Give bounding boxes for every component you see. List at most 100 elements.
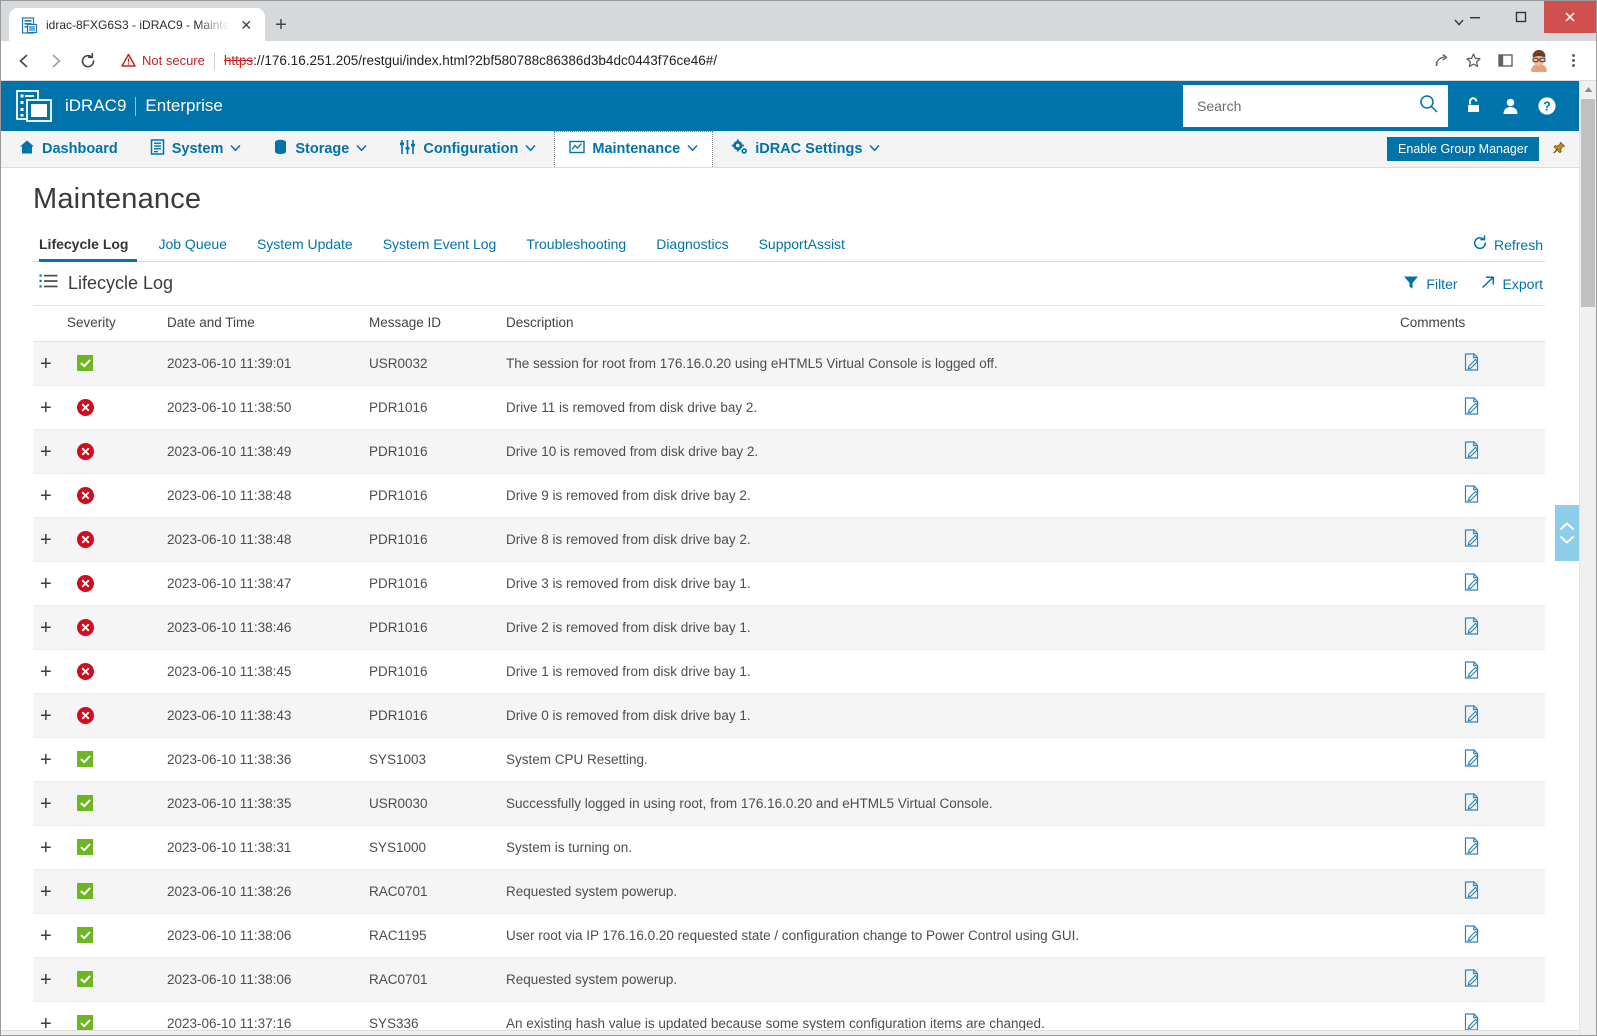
back-arrow-icon[interactable] (9, 46, 39, 76)
row-comments-cell[interactable] (1400, 694, 1545, 738)
profile-avatar-icon[interactable] (1526, 48, 1552, 74)
table-row[interactable]: +2023-06-10 11:38:48PDR1016Drive 9 is re… (33, 474, 1545, 518)
window-minimize-button[interactable] (1452, 1, 1498, 33)
expand-row-button[interactable]: + (33, 838, 52, 858)
row-comments-cell[interactable] (1400, 958, 1545, 1002)
table-row[interactable]: +2023-06-10 11:38:36SYS1003System CPU Re… (33, 738, 1545, 782)
table-row[interactable]: +2023-06-10 11:38:43PDR1016Drive 0 is re… (33, 694, 1545, 738)
row-comments-cell[interactable] (1400, 782, 1545, 826)
nav-item-configuration[interactable]: Configuration (385, 131, 550, 167)
row-comments-cell[interactable] (1400, 870, 1545, 914)
unlock-icon[interactable] (1464, 96, 1484, 116)
nav-item-dashboard[interactable]: Dashboard (5, 131, 132, 167)
expand-row-button[interactable]: + (33, 530, 52, 550)
reload-icon[interactable] (73, 46, 103, 76)
row-expand-cell[interactable]: + (33, 606, 67, 650)
tab-system-event-log[interactable]: System Event Log (368, 236, 512, 261)
row-expand-cell[interactable]: + (33, 518, 67, 562)
table-row[interactable]: +2023-06-10 11:38:49PDR1016Drive 10 is r… (33, 430, 1545, 474)
scrollbar-thumb[interactable] (1581, 99, 1595, 307)
edit-note-icon[interactable] (1464, 617, 1481, 635)
row-expand-cell[interactable]: + (33, 342, 67, 386)
edit-note-icon[interactable] (1464, 353, 1481, 371)
row-comments-cell[interactable] (1400, 562, 1545, 606)
row-expand-cell[interactable]: + (33, 782, 67, 826)
expand-row-button[interactable]: + (33, 750, 52, 770)
row-expand-cell[interactable]: + (33, 870, 67, 914)
pushpin-icon[interactable] (1549, 140, 1567, 158)
table-row[interactable]: +2023-06-10 11:39:01USR0032The session f… (33, 342, 1545, 386)
enable-group-manager-button[interactable]: Enable Group Manager (1387, 137, 1539, 162)
tab-lifecycle-log[interactable]: Lifecycle Log (33, 236, 143, 261)
edit-note-icon[interactable] (1464, 881, 1481, 899)
table-row[interactable]: +2023-06-10 11:38:47PDR1016Drive 3 is re… (33, 562, 1545, 606)
row-expand-cell[interactable]: + (33, 562, 67, 606)
expand-row-button[interactable]: + (33, 926, 52, 946)
new-tab-button[interactable]: + (275, 15, 287, 35)
row-comments-cell[interactable] (1400, 826, 1545, 870)
expand-row-button[interactable]: + (33, 970, 52, 990)
address-bar[interactable]: Not secure https://176.16.251.205/restgu… (111, 47, 1418, 75)
row-comments-cell[interactable] (1400, 914, 1545, 958)
row-expand-cell[interactable]: + (33, 430, 67, 474)
edit-note-icon[interactable] (1464, 485, 1481, 503)
table-scroll-nav[interactable] (1555, 505, 1579, 561)
table-row[interactable]: +2023-06-10 11:38:45PDR1016Drive 1 is re… (33, 650, 1545, 694)
nav-item-idrac-settings[interactable]: iDRAC Settings (717, 131, 894, 167)
window-close-button[interactable] (1544, 1, 1596, 33)
expand-row-button[interactable]: + (33, 706, 52, 726)
expand-row-button[interactable]: + (33, 354, 52, 374)
tab-supportassist[interactable]: SupportAssist (744, 236, 860, 261)
nav-item-storage[interactable]: Storage (259, 131, 381, 167)
row-expand-cell[interactable]: + (33, 474, 67, 518)
expand-row-button[interactable]: + (33, 794, 52, 814)
table-row[interactable]: +2023-06-10 11:38:06RAC0701Requested sys… (33, 958, 1545, 1002)
row-expand-cell[interactable]: + (33, 694, 67, 738)
row-expand-cell[interactable]: + (33, 826, 67, 870)
edit-note-icon[interactable] (1464, 837, 1481, 855)
edit-note-icon[interactable] (1464, 573, 1481, 591)
help-icon[interactable]: ? (1537, 96, 1557, 116)
edit-note-icon[interactable] (1464, 397, 1481, 415)
row-comments-cell[interactable] (1400, 738, 1545, 782)
expand-row-button[interactable]: + (33, 574, 52, 594)
row-comments-cell[interactable] (1400, 342, 1545, 386)
row-expand-cell[interactable]: + (33, 650, 67, 694)
row-expand-cell[interactable]: + (33, 738, 67, 782)
edit-note-icon[interactable] (1464, 969, 1481, 987)
tab-troubleshooting[interactable]: Troubleshooting (511, 236, 641, 261)
tab-close-icon[interactable]: ✕ (237, 16, 255, 34)
expand-row-button[interactable]: + (33, 442, 52, 462)
edit-note-icon[interactable] (1464, 529, 1481, 547)
table-row[interactable]: +2023-06-10 11:38:50PDR1016Drive 11 is r… (33, 386, 1545, 430)
filter-button[interactable]: Filter (1403, 275, 1457, 293)
nav-item-maintenance[interactable]: Maintenance (554, 131, 713, 167)
page-scrollbar[interactable] (1579, 81, 1596, 1035)
row-expand-cell[interactable]: + (33, 958, 67, 1002)
forward-arrow-icon[interactable] (41, 46, 71, 76)
search-box[interactable] (1183, 85, 1448, 127)
window-maximize-button[interactable] (1498, 1, 1544, 33)
search-icon[interactable] (1419, 94, 1438, 118)
browser-tab[interactable]: idrac-8FXG6S3 - iDRAC9 - Mainte ✕ (9, 8, 265, 42)
table-row[interactable]: +2023-06-10 11:38:26RAC0701Requested sys… (33, 870, 1545, 914)
tab-system-update[interactable]: System Update (242, 236, 368, 261)
export-button[interactable]: Export (1480, 275, 1543, 293)
three-dot-menu-icon[interactable] (1558, 46, 1588, 76)
expand-row-button[interactable]: + (33, 398, 52, 418)
scrollbar-up-arrow[interactable] (1580, 81, 1596, 98)
search-input[interactable] (1197, 98, 1419, 114)
tab-diagnostics[interactable]: Diagnostics (641, 236, 743, 261)
share-icon[interactable] (1426, 46, 1456, 76)
row-expand-cell[interactable]: + (33, 914, 67, 958)
row-comments-cell[interactable] (1400, 606, 1545, 650)
edit-note-icon[interactable] (1464, 1013, 1481, 1031)
expand-row-button[interactable]: + (33, 618, 52, 638)
table-row[interactable]: +2023-06-10 11:38:46PDR1016Drive 2 is re… (33, 606, 1545, 650)
nav-item-system[interactable]: System (136, 131, 256, 167)
user-icon[interactable] (1501, 97, 1520, 116)
edit-note-icon[interactable] (1464, 793, 1481, 811)
row-comments-cell[interactable] (1400, 518, 1545, 562)
tab-job-queue[interactable]: Job Queue (143, 236, 242, 261)
row-comments-cell[interactable] (1400, 474, 1545, 518)
